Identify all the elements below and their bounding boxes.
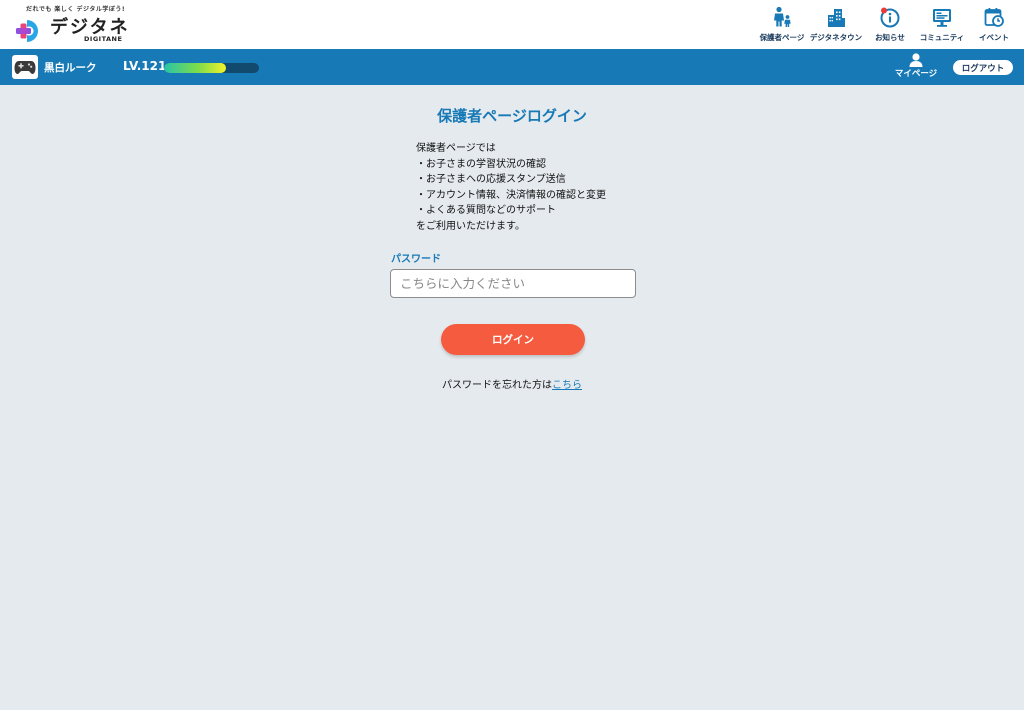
password-input[interactable] [390,269,636,298]
description-line: ・アカウント情報、決済情報の確認と変更 [416,189,606,201]
town-buildings-icon [828,9,845,27]
nav-label: コミュニティ [919,33,965,42]
description-line: ・お子さまへの応援スタンプ送信 [416,174,566,186]
mypage-label: マイページ [894,69,938,79]
game-controller-icon [14,61,36,74]
password-label: パスワード [391,254,441,265]
description-line: ・よくある質問などのサポート [416,205,556,217]
nav-label: イベント [979,33,1009,42]
nav-label: デジタネタウン [809,33,863,42]
calendar-clock-icon [984,8,1004,27]
logo-mark-icon [16,20,38,42]
level-progress-bar [164,63,259,73]
user-icon [909,53,923,67]
login-button[interactable]: ログイン [441,324,585,355]
info-icon [880,7,900,28]
monitor-community-icon [933,9,951,27]
description-line: ・お子さまの学習状況の確認 [416,158,546,170]
level-label: LV.121 [123,59,167,73]
nav-notices[interactable]: お知らせ [864,6,916,43]
nav-label: お知らせ [875,33,905,42]
page-title: 保護者ページログイン [437,107,587,125]
user-status-bar: 黒白ルーク LV.121 マイページ ログアウト [0,49,1024,85]
logo-tagline: だれでも 楽しく デジタル学ぼう! [26,6,126,13]
nav-digitane-town[interactable]: デジタネタウン [808,6,864,43]
nav-label: 保護者ページ [759,33,805,42]
forgot-password-text: パスワードを忘れた方は [442,380,552,391]
nav-events[interactable]: イベント [968,6,1020,43]
forgot-password-row: パスワードを忘れた方はこちら [0,376,1024,391]
avatar[interactable] [12,55,38,79]
nav-community[interactable]: コミュニティ [916,6,968,43]
parent-child-icon [774,6,791,27]
logo-subtitle: DIGITANE [84,35,123,43]
top-header: だれでも 楽しく デジタル学ぼう! デジタネ DIGITANE 保護者ページ デ… [0,0,1024,49]
description-text: 保護者ページでは ・お子さまの学習状況の確認 ・お子さまへの応援スタンプ送信 ・… [416,141,606,235]
main-nav: 保護者ページ デジタネタウン お知らせ コミュニティ イベント [756,6,1020,43]
username: 黒白ルーク [44,62,97,74]
logout-button[interactable]: ログアウト [953,60,1013,75]
forgot-password-link[interactable]: こちら [552,380,582,391]
mypage-button[interactable]: マイページ [893,53,939,79]
description-line: 保護者ページでは [416,143,496,154]
level-progress-fill [164,63,226,73]
digitane-logo[interactable]: だれでも 楽しく デジタル学ぼう! デジタネ DIGITANE [14,4,144,46]
description-line: をご利用いただけます。 [416,220,525,232]
notification-dot-icon [881,7,887,14]
nav-parent-page[interactable]: 保護者ページ [756,6,808,43]
